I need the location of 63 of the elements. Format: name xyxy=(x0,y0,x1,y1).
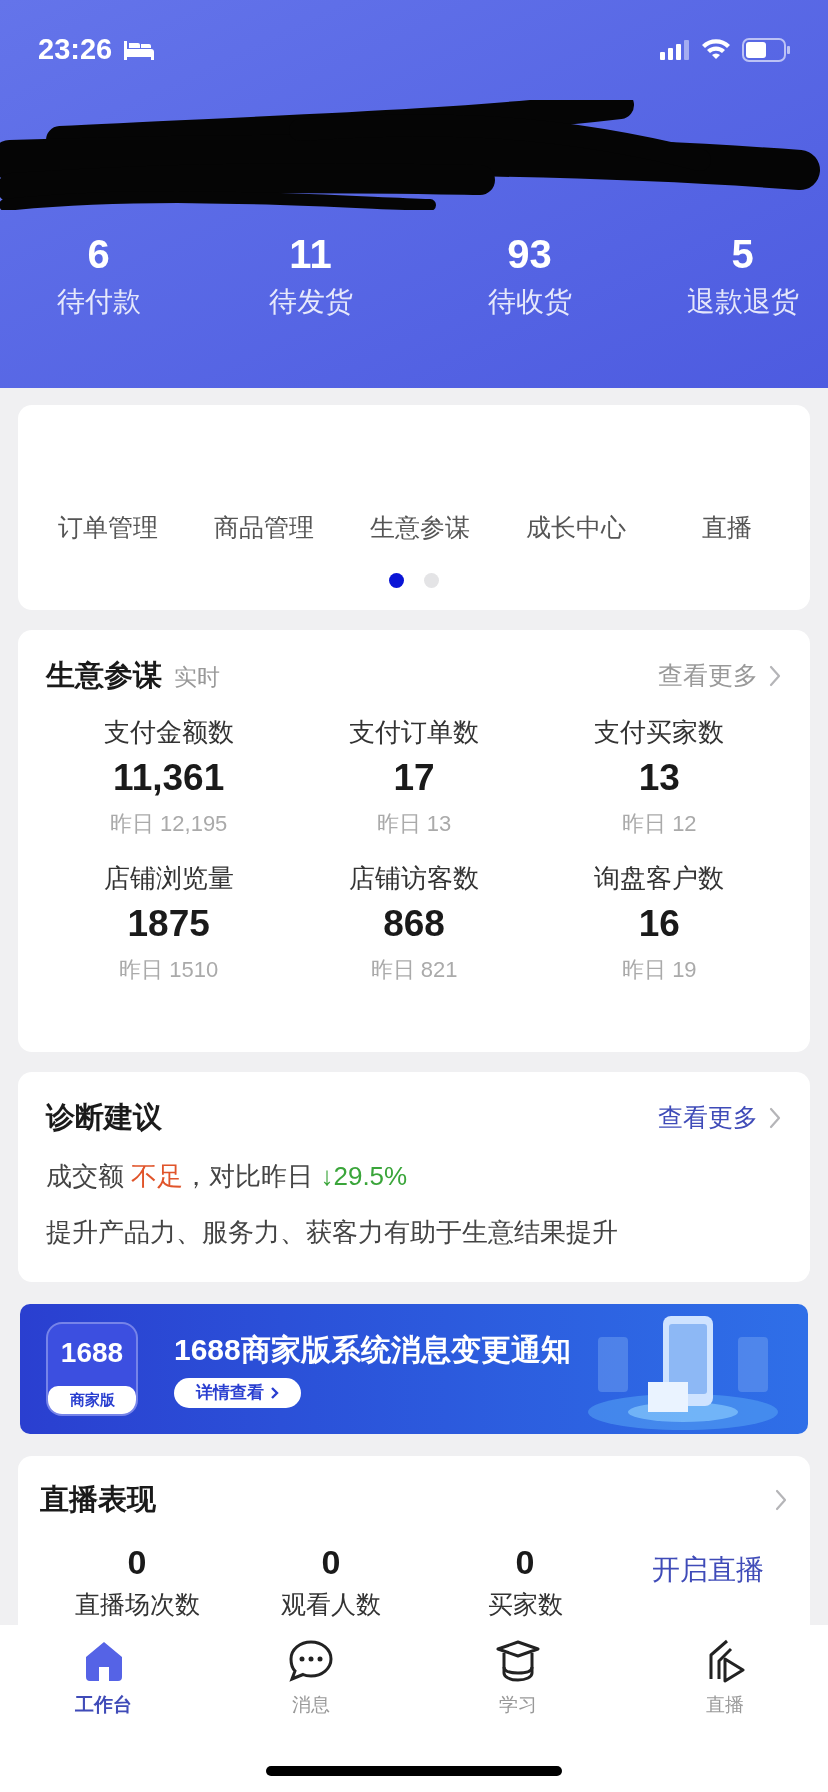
order-status-link[interactable]: 退款退货 xyxy=(686,282,799,322)
tab-item[interactable]: 工作台 xyxy=(0,1639,207,1720)
live-metric-value: 0 xyxy=(321,1541,341,1583)
view-more-link[interactable] xyxy=(774,1487,788,1512)
shortcut-link[interactable]: 生意参谋 xyxy=(370,511,470,543)
shortcut-link[interactable]: 成长中心 xyxy=(526,511,626,543)
order-status-link[interactable]: 待收货 xyxy=(487,282,572,322)
live-metric-label: 观看人数 xyxy=(281,1588,381,1620)
view-more-link[interactable]: 查看更多 xyxy=(658,1099,782,1137)
banner-title: 1688商家版系统消息变更通知 xyxy=(174,1332,571,1368)
diagnosis-summary: 成交额 不足，对比昨日 ↓29.5% xyxy=(46,1159,409,1193)
realtime-label: 实时 xyxy=(174,663,220,692)
yesterday-value: 昨日 13 xyxy=(376,809,452,838)
graduation-cap-icon xyxy=(495,1639,540,1683)
wifi-icon xyxy=(702,39,730,61)
battery-icon xyxy=(742,38,790,62)
metric-label: 支付订单数 xyxy=(349,715,479,749)
status-time: 23:26 xyxy=(38,32,113,68)
metric-value: 17 xyxy=(393,755,435,800)
chevron-icon xyxy=(774,1487,788,1512)
metric-value: 13 xyxy=(638,755,680,800)
logo-number: 1688 xyxy=(60,1338,124,1368)
chat-icon xyxy=(286,1639,335,1683)
start-live-button[interactable]: 开启直播 xyxy=(652,1548,764,1591)
chevron-icon xyxy=(270,1386,279,1400)
shortcut-link[interactable]: 直播 xyxy=(682,511,770,543)
section-title: 直播表现 xyxy=(40,1482,156,1517)
order-status-link[interactable]: 待发货 xyxy=(268,282,353,322)
metric-value: 16 xyxy=(638,901,680,946)
chevron-icon xyxy=(768,663,782,688)
order-status-link[interactable]: 待付款 xyxy=(56,282,141,322)
yesterday-value: 昨日 821 xyxy=(370,955,458,984)
order-count: 5 xyxy=(731,231,754,278)
metric-label: 支付金额数 xyxy=(103,715,234,749)
yesterday-value: 昨日 12,195 xyxy=(109,809,228,838)
metric-value: 11,361 xyxy=(113,755,225,800)
notice-banner[interactable]: 1688 商家版 1688商家版系统消息变更通知 详情查看 xyxy=(20,1304,808,1434)
live-metric-value: 0 xyxy=(515,1541,535,1583)
live-metric-label: 直播场次数 xyxy=(74,1588,200,1620)
advice-text: 提升产品力、服务力、获客力有助于生意结果提升 xyxy=(46,1215,619,1249)
metric-label: 店铺访客数 xyxy=(349,861,479,895)
yesterday-value: 昨日 19 xyxy=(622,955,697,984)
order-count: 6 xyxy=(87,231,110,278)
bed-icon xyxy=(122,39,157,61)
section-title: 诊断建议 xyxy=(46,1100,162,1135)
metric-label: 店铺浏览量 xyxy=(103,861,234,895)
shortcut-link[interactable]: 商品管理 xyxy=(214,511,314,543)
order-count: 93 xyxy=(507,231,552,278)
metric-value: 868 xyxy=(383,901,445,946)
chevron-icon xyxy=(768,1105,782,1130)
metric-label: 支付买家数 xyxy=(594,715,725,749)
logo-caption: 商家版 xyxy=(48,1386,136,1414)
details-button[interactable]: 详情查看 xyxy=(174,1378,301,1408)
live-metric-label: 买家数 xyxy=(487,1588,563,1620)
yesterday-value: 昨日 1510 xyxy=(119,955,219,984)
signal-icon xyxy=(660,39,690,61)
metric-label: 询盘客户数 xyxy=(594,861,725,895)
order-count: 11 xyxy=(289,231,332,278)
section-title: 生意参谋 xyxy=(46,658,162,693)
metric-value: 1875 xyxy=(127,901,210,946)
live-metric-value: 0 xyxy=(127,1541,147,1583)
shortcut-link[interactable]: 订单管理 xyxy=(58,511,158,543)
yesterday-value: 昨日 12 xyxy=(622,809,697,838)
